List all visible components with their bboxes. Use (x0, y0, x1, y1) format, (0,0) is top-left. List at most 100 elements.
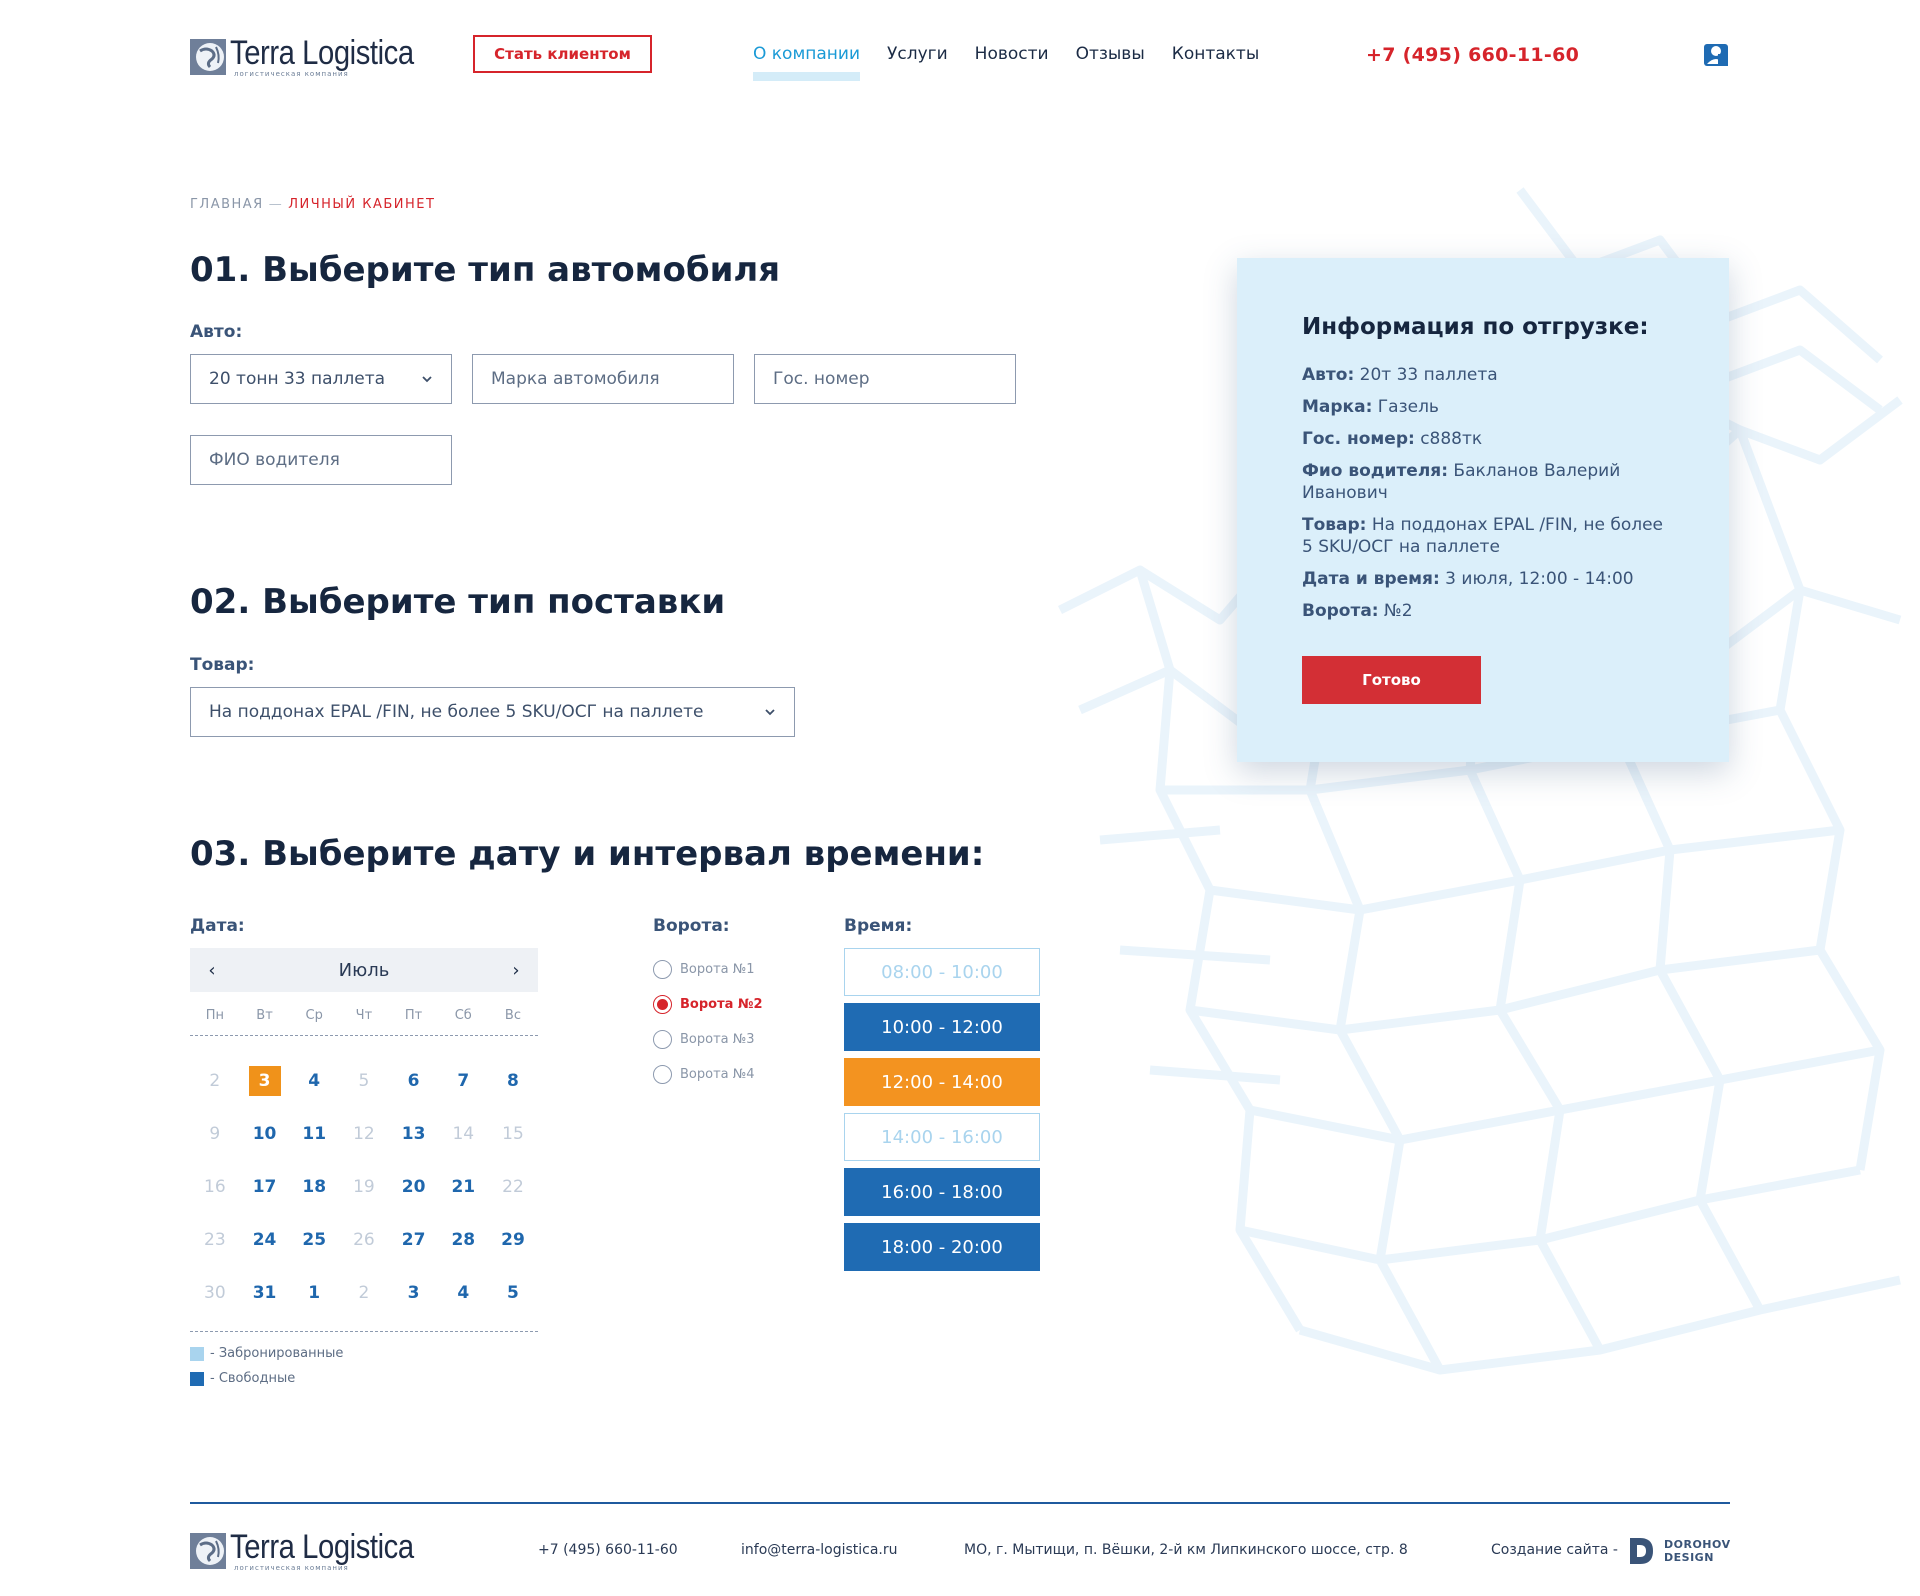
calendar-day[interactable]: 31 (240, 1278, 290, 1308)
calendar-month: Июль (338, 959, 390, 981)
header-phone[interactable]: +7 (495) 660-11-60 (1366, 44, 1579, 66)
summary-key: Гос. номер: (1302, 429, 1415, 449)
calendar-day: 5 (339, 1066, 389, 1096)
calendar-day-number: 19 (353, 1176, 375, 1197)
become-client-button[interactable]: Стать клиентом (473, 35, 652, 73)
calendar-grid: 2 3 4 5 6 7 8 9 10 11 12 13 14 15 16 17 18 19 20 21 22 23 24 25… (190, 1054, 538, 1319)
logo-text: Terra Logistica (230, 34, 414, 72)
calendar-day-number: 31 (252, 1282, 277, 1303)
breadcrumb-home[interactable]: ГЛАВНАЯ (190, 197, 264, 212)
time-slot-free[interactable]: 16:00 - 18:00 (844, 1168, 1040, 1216)
calendar-day: 22 (488, 1172, 538, 1202)
calendar-day[interactable]: 21 (438, 1172, 488, 1202)
nav-item-contacts[interactable]: Контакты (1172, 44, 1260, 64)
calendar-day-selected[interactable]: 3 (240, 1065, 290, 1096)
next-month-button[interactable]: › (494, 948, 538, 992)
calendar-day[interactable]: 4 (438, 1278, 488, 1308)
calendar-day[interactable]: 3 (389, 1278, 439, 1308)
header-logo[interactable]: Terra Logistica логистическая компания (190, 36, 444, 78)
calendar-day-number: 6 (407, 1070, 420, 1091)
calendar-day[interactable]: 13 (389, 1119, 439, 1149)
calendar-day[interactable]: 8 (488, 1066, 538, 1096)
driver-name-input[interactable]: ФИО водителя (190, 435, 452, 485)
time-slot-free[interactable]: 18:00 - 20:00 (844, 1223, 1040, 1271)
calendar-day[interactable]: 6 (389, 1066, 439, 1096)
legend-free-swatch (190, 1371, 204, 1386)
radio-button[interactable] (653, 995, 672, 1014)
calendar-day-number: 22 (502, 1176, 524, 1197)
calendar-day[interactable]: 17 (240, 1172, 290, 1202)
goods-type-select[interactable]: На поддонах EPAL /FIN, не более 5 SKU/ОС… (190, 687, 795, 737)
legend-booked: - Забронированные (190, 1346, 538, 1361)
calendar-weekdays: Пн Вт Ср Чт Пт Сб Вс (190, 1008, 538, 1036)
calendar-day[interactable]: 11 (289, 1119, 339, 1149)
car-brand-input[interactable]: Марка автомобиля (472, 354, 734, 404)
breadcrumb-separator: — (268, 197, 284, 212)
calendar-day[interactable]: 29 (488, 1225, 538, 1255)
time-slot-booked: 08:00 - 10:00 (844, 948, 1040, 996)
nav-item-news[interactable]: Новости (975, 44, 1049, 64)
time-slot-free[interactable]: 10:00 - 12:00 (844, 1003, 1040, 1051)
calendar-week: 16 17 18 19 20 21 22 (190, 1160, 538, 1213)
radio-button[interactable] (653, 1030, 672, 1049)
nav-item-services[interactable]: Услуги (887, 44, 948, 64)
legend-booked-label: - Забронированные (210, 1346, 344, 1361)
calendar-day[interactable]: 24 (240, 1225, 290, 1255)
calendar-day[interactable]: 7 (438, 1066, 488, 1096)
calendar-day-number: 28 (451, 1229, 476, 1250)
studio-name-line1: DOROHOV (1664, 1538, 1731, 1551)
summary-rows: Авто: 20т 33 паллета Марка: Газель Гос. но… (1302, 364, 1672, 632)
calendar-legend: - Забронированные - Свободные (190, 1346, 538, 1386)
gate-label: Ворота №1 (680, 962, 755, 977)
footer-email[interactable]: info@terra-logistica.ru (741, 1542, 898, 1558)
calendar-day-number: 27 (401, 1229, 426, 1250)
summary-row: Ворота: №2 (1302, 600, 1672, 622)
breadcrumb-current: ЛИЧНЫЙ КАБИНЕТ (288, 197, 436, 212)
gate-option-2[interactable]: Ворота №2 (653, 987, 763, 1022)
summary-key: Фио водителя: (1302, 461, 1448, 481)
summary-key: Ворота: (1302, 601, 1379, 621)
footer-logo-text: Terra Logistica (230, 1528, 414, 1566)
calendar-day-number: 21 (451, 1176, 476, 1197)
summary-row: Фио водителя: Бакланов Валерий Иванович (1302, 460, 1672, 504)
car-type-select[interactable]: 20 тонн 33 паллета (190, 354, 452, 404)
calendar-day[interactable]: 5 (488, 1278, 538, 1308)
calendar-day[interactable]: 28 (438, 1225, 488, 1255)
calendar-day[interactable]: 27 (389, 1225, 439, 1255)
calendar-day-number: 2 (358, 1282, 370, 1303)
done-button[interactable]: Готово (1302, 656, 1481, 704)
studio-logo-icon (1630, 1538, 1653, 1564)
calendar-day[interactable]: 18 (289, 1172, 339, 1202)
footer-logo[interactable]: Terra Logistica логистическая компания (190, 1530, 444, 1572)
gate-option-1[interactable]: Ворота №1 (653, 952, 763, 987)
calendar-day-number: 5 (358, 1070, 370, 1091)
time-slot-selected[interactable]: 12:00 - 14:00 (844, 1058, 1040, 1106)
nav-item-reviews[interactable]: Отзывы (1076, 44, 1145, 64)
weekday-label: Сб (454, 1008, 472, 1023)
prev-month-button[interactable]: ‹ (190, 948, 234, 992)
calendar-day: 9 (190, 1119, 240, 1149)
calendar-day[interactable]: 25 (289, 1225, 339, 1255)
user-account-icon[interactable] (1702, 40, 1730, 68)
calendar-day[interactable]: 20 (389, 1172, 439, 1202)
calendar-day-number: 3 (407, 1282, 420, 1303)
studio-logo[interactable]: DOROHOV DESIGN (1626, 1536, 1731, 1566)
calendar-day-number: 2 (209, 1070, 221, 1091)
plate-number-input[interactable]: Гос. номер (754, 354, 1016, 404)
calendar-day[interactable]: 10 (240, 1119, 290, 1149)
weekday-label: Пн (205, 1008, 224, 1023)
gate-option-4[interactable]: Ворота №4 (653, 1057, 763, 1092)
radio-button[interactable] (653, 1065, 672, 1084)
calendar-day-number: 23 (204, 1229, 226, 1250)
gate-option-3[interactable]: Ворота №3 (653, 1022, 763, 1057)
date-label: Дата: (190, 916, 245, 936)
calendar-day-number: 7 (457, 1070, 470, 1091)
footer-phone[interactable]: +7 (495) 660-11-60 (538, 1542, 678, 1558)
gate-label: Ворота №2 (680, 997, 763, 1012)
nav-item-about[interactable]: О компании (753, 44, 861, 81)
goods-type-value: На поддонах EPAL /FIN, не более 5 SKU/ОС… (209, 702, 704, 722)
calendar-day-number: 15 (502, 1123, 524, 1144)
radio-button[interactable] (653, 960, 672, 979)
calendar-day[interactable]: 4 (289, 1066, 339, 1096)
calendar-day[interactable]: 1 (289, 1278, 339, 1308)
